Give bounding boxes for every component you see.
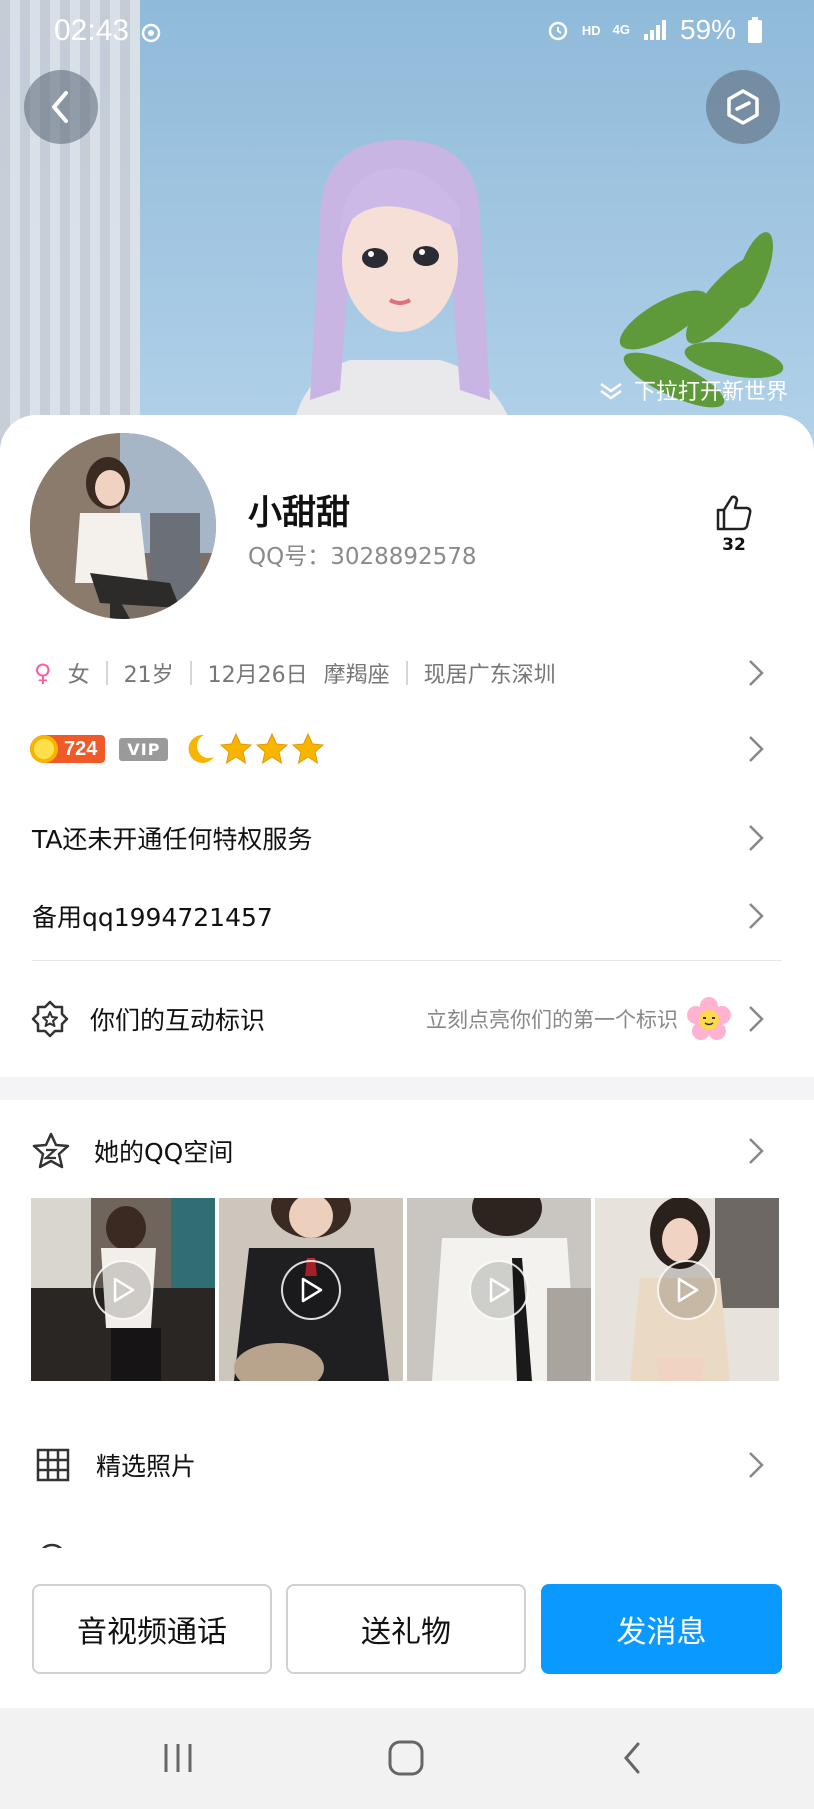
thumbs-up-icon: [716, 495, 752, 531]
play-icon: [281, 1260, 341, 1320]
system-nav-bar: [0, 1708, 814, 1809]
signature-row[interactable]: 备用qq1994721457: [0, 891, 814, 941]
battery-icon: [748, 17, 762, 43]
status-icons: HD 4G 59%: [546, 14, 762, 46]
divider: [32, 960, 782, 961]
avatar-photo: [30, 433, 216, 619]
video-thumbnail[interactable]: [219, 1198, 403, 1381]
birthday-text: 12月26日: [207, 663, 308, 688]
zodiac-text: 摩羯座: [323, 663, 390, 688]
badge-star-icon: [31, 1000, 69, 1038]
chevron-right-icon: [749, 1006, 764, 1032]
profile-cover[interactable]: 02:43 HD 4G 59% 下拉打开新世界: [0, 0, 814, 460]
status-bar: 02:43 HD 4G 59%: [0, 0, 814, 66]
chevron-right-icon: [749, 1138, 764, 1164]
privilege-row[interactable]: TA还未开通任何特权服务: [0, 813, 814, 863]
qzone-row[interactable]: 她的QQ空间: [0, 1126, 814, 1176]
chevron-right-icon: [749, 825, 764, 851]
back-button[interactable]: [24, 70, 98, 144]
recent-apps-icon[interactable]: [160, 1740, 196, 1776]
nav-back-icon[interactable]: [620, 1740, 644, 1776]
play-icon: [657, 1260, 717, 1320]
cover-character: [290, 140, 520, 460]
space-section: 她的QQ空间 精选照片: [0, 1100, 814, 1600]
separator: [189, 661, 192, 685]
female-icon: ♀: [34, 659, 52, 687]
nickname: 小甜甜: [248, 493, 350, 533]
signal-icon: [643, 20, 666, 40]
send-gift-button[interactable]: 送礼物: [286, 1584, 526, 1674]
flower-icon: [687, 997, 731, 1040]
play-icon: [93, 1260, 153, 1320]
play-icon: [469, 1260, 529, 1320]
chevron-right-icon: [749, 903, 764, 929]
dress-up-button[interactable]: [706, 70, 780, 144]
chevron-right-icon: [749, 1452, 764, 1478]
featured-photos-label: 精选照片: [96, 1452, 197, 1481]
star-icon: [220, 732, 253, 765]
network-indicator: 4G: [612, 22, 630, 37]
qzone-label: 她的QQ空间: [94, 1138, 234, 1167]
signature-text: 备用qq1994721457: [32, 903, 273, 932]
action-bar: 音视频通话 送礼物 发消息: [0, 1548, 814, 1708]
chevron-right-icon: [749, 736, 764, 762]
level-badge: 724: [30, 735, 106, 763]
double-chevron-down-icon: [600, 382, 622, 400]
alarm-icon: [548, 21, 568, 41]
sun-icon: [30, 735, 58, 763]
profile-card: 小甜甜 QQ号：3028892578 32 ♀ 女 21岁 12月26日 摩羯座…: [0, 415, 814, 1077]
location-text: 现居广东深圳: [423, 663, 556, 688]
qzone-star-icon: [32, 1132, 70, 1169]
basic-info-row[interactable]: ♀ 女 21岁 12月26日 摩羯座 现居广东深圳: [0, 653, 814, 693]
qq-number: QQ号：3028892578: [248, 544, 477, 570]
featured-photos-row[interactable]: 精选照片: [0, 1440, 814, 1490]
avatar[interactable]: [30, 433, 216, 619]
star-icon: [292, 732, 325, 765]
level-row[interactable]: 724 VIP: [0, 729, 814, 769]
video-thumbnail[interactable]: [595, 1198, 779, 1381]
video-thumbnail[interactable]: [407, 1198, 591, 1381]
like-button[interactable]: 32: [704, 493, 764, 555]
star-icon: [256, 732, 289, 765]
chevron-right-icon: [749, 660, 764, 686]
moon-icon: [189, 734, 215, 763]
interaction-label: 你们的互动标识: [90, 1006, 266, 1035]
battery-percent: 59%: [679, 14, 736, 45]
interaction-row[interactable]: 你们的互动标识 立刻点亮你们的第一个标识: [0, 993, 814, 1045]
vip-badge: VIP: [119, 737, 169, 761]
privilege-text: TA还未开通任何特权服务: [32, 825, 313, 854]
video-call-button[interactable]: 音视频通话: [32, 1584, 272, 1674]
qzone-video-list: [31, 1198, 779, 1381]
separator: [405, 661, 408, 685]
home-icon[interactable]: [386, 1740, 426, 1776]
age-text: 21岁: [123, 663, 174, 688]
cover-curtain: [0, 0, 140, 460]
pull-down-hint-text: 下拉打开新世界: [633, 380, 788, 405]
level-number: 724: [64, 737, 98, 760]
sync-icon: [141, 23, 161, 43]
interaction-hint: 立刻点亮你们的第一个标识: [426, 1008, 678, 1032]
video-thumbnail[interactable]: [31, 1198, 215, 1381]
chevron-left-icon: [52, 91, 68, 123]
hd-indicator: HD: [581, 22, 601, 38]
pull-down-hint[interactable]: 下拉打开新世界: [598, 374, 788, 406]
gender-text: 女: [67, 663, 90, 688]
send-message-button[interactable]: 发消息: [541, 1584, 782, 1674]
hexagon-icon: [727, 89, 759, 125]
grid-icon: [36, 1448, 70, 1482]
status-time: 02:43: [54, 14, 130, 47]
separator: [105, 661, 108, 685]
like-count: 32: [722, 535, 746, 555]
